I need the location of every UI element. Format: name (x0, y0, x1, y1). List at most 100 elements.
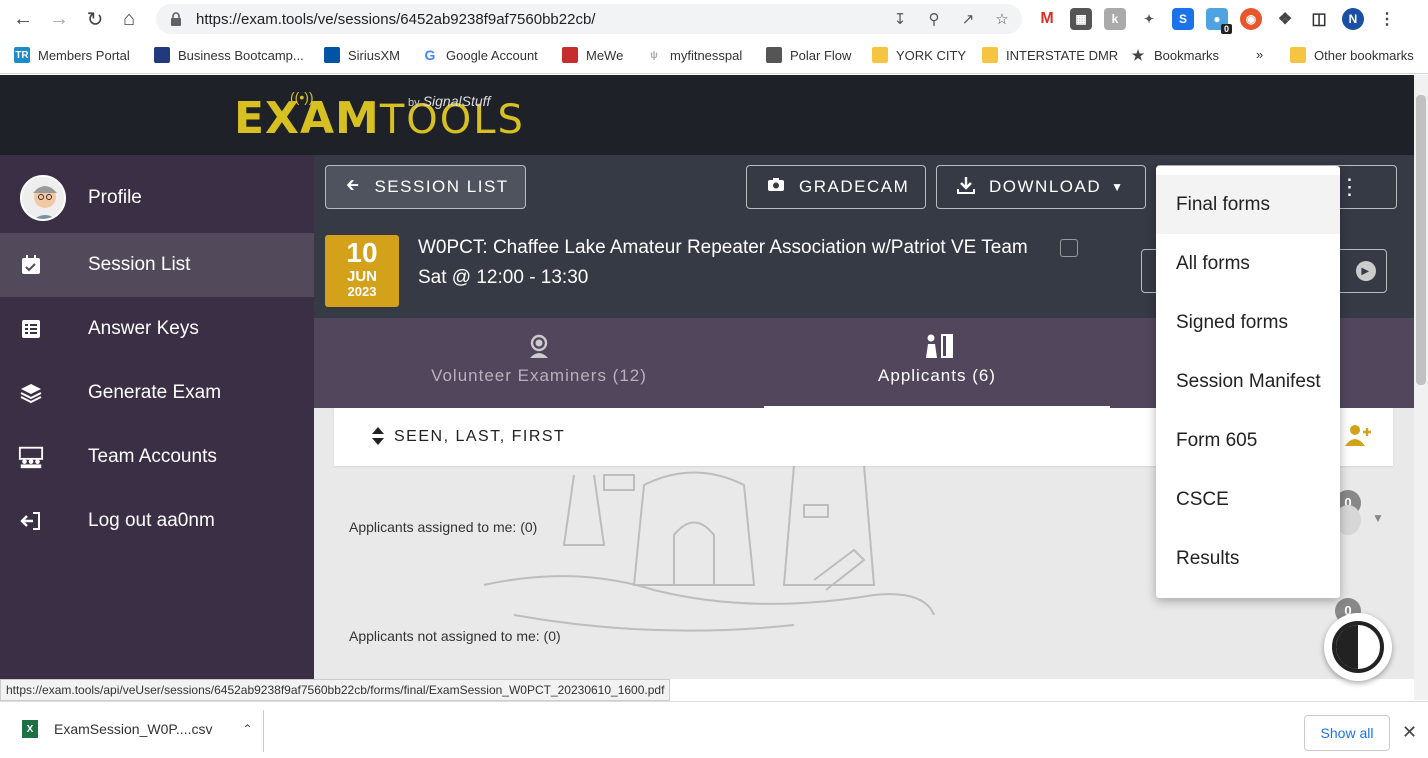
date-day: 10 (346, 237, 378, 268)
browser-toolbar: ← → ↻ ⌂ https://exam.tools/ve/sessions/6… (0, 0, 1428, 38)
sidebar-item-label: Log out aa0nm (88, 510, 215, 531)
sort-icon (372, 426, 384, 448)
examtools-logo[interactable]: ((•)) EXAMTOOLS by SignalStuff (234, 89, 525, 144)
download-icon (957, 176, 975, 199)
bookmark-polar-flow[interactable]: Polar Flow (766, 47, 851, 63)
logout-icon (18, 508, 44, 534)
applicants-icon (923, 332, 953, 360)
chevron-up-icon[interactable]: ⌃ (242, 722, 252, 736)
folder-icon (872, 47, 888, 63)
bootcamp-icon (154, 47, 170, 63)
menu-icon[interactable]: ⋮ (1376, 8, 1398, 30)
divider (263, 710, 264, 752)
extension-icon[interactable]: S (1172, 8, 1194, 30)
sort-label: SEEN, LAST, FIRST (394, 428, 566, 445)
date-month: JUN (346, 268, 377, 285)
bookmark-interstate-dmr[interactable]: INTERSTATE DMR (982, 47, 1118, 63)
bookmarks-overflow-button[interactable]: » (1256, 47, 1263, 62)
excel-file-icon: X (22, 720, 38, 738)
extension-icon[interactable]: ● 0 (1206, 8, 1232, 34)
camera-icon (767, 177, 785, 197)
sidebar-item-team-accounts[interactable]: Team Accounts (0, 425, 314, 489)
menu-item-all-forms[interactable]: All forms (1156, 234, 1340, 293)
download-menu: Final forms All forms Signed forms Sessi… (1156, 166, 1340, 598)
bookmark-label: Other bookmarks (1314, 47, 1414, 63)
bookmark-label: MeWe (586, 47, 624, 63)
not-assigned-label: Applicants not assigned to me: (0) (349, 628, 561, 644)
button-label: GRADECAM (799, 177, 910, 196)
sidepanel-icon[interactable]: ◫ (1308, 8, 1330, 30)
menu-item-results[interactable]: Results (1156, 529, 1340, 588)
bookmark-label: YORK CITY (896, 47, 967, 63)
bookmark-bookmarks[interactable]: ★ Bookmarks (1130, 47, 1219, 63)
contrast-toggle-button[interactable] (1324, 613, 1392, 681)
bookmark-google-account[interactable]: G Google Account (422, 47, 538, 63)
menu-item-session-manifest[interactable]: Session Manifest (1156, 352, 1340, 411)
sidebar-item-logout[interactable]: Log out aa0nm (0, 489, 314, 553)
scrollbar-thumb[interactable] (1416, 95, 1426, 385)
url-text: https://exam.tools/ve/sessions/6452ab923… (196, 10, 596, 28)
button-label: SESSION LIST (374, 177, 509, 196)
zoom-icon[interactable]: ⚲ (924, 9, 944, 29)
google-icon: G (422, 47, 438, 63)
arrow-left-icon: 🡰 (346, 176, 361, 194)
bookmark-myfitnesspal[interactable]: ψ myfitnesspal (646, 47, 742, 63)
sidebar: Profile Session List Answer Keys Generat… (0, 155, 314, 679)
extensions-bar: M ▦ k ✦ S ● 0 ◉ ❖ ◫ N ⋮ (1036, 8, 1398, 34)
session-list-button[interactable]: 🡰 SESSION LIST (325, 165, 526, 209)
bookmark-york-city[interactable]: YORK CITY (872, 47, 966, 63)
assigned-label: Applicants assigned to me: (0) (349, 519, 538, 535)
list-icon (18, 316, 44, 342)
extension-icon[interactable]: ✦ (1138, 8, 1160, 30)
install-icon[interactable]: ↧ (890, 9, 910, 29)
caret-down-icon: ▼ (1111, 180, 1125, 194)
empty-state-illustration (483, 465, 935, 632)
play-icon: ▶ (1356, 261, 1376, 281)
bookmark-label: myfitnesspal (670, 47, 743, 63)
sidebar-item-profile[interactable]: Profile (0, 166, 314, 230)
forward-arrow-icon[interactable]: → (42, 2, 76, 36)
bookmark-business-bootcamp[interactable]: Business Bootcamp... (154, 47, 304, 63)
extension-icon[interactable]: ▦ (1070, 8, 1092, 30)
bookmark-other-bookmarks[interactable]: Other bookmarks (1290, 47, 1414, 63)
session-time: Sat @ 12:00 - 13:30 (418, 267, 589, 288)
sidebar-item-session-list[interactable]: Session List (0, 233, 314, 297)
bookmark-mewe[interactable]: MeWe (562, 47, 623, 63)
caret-down-icon[interactable]: ▼ (1372, 511, 1384, 525)
copy-icon[interactable] (1060, 239, 1078, 257)
menu-item-csce[interactable]: CSCE (1156, 470, 1340, 529)
bookmark-label: Bookmarks (1154, 47, 1220, 63)
address-bar[interactable]: https://exam.tools/ve/sessions/6452ab923… (156, 4, 1022, 34)
session-title: W0PCT: Chaffee Lake Amateur Repeater Ass… (418, 237, 1028, 258)
reload-icon[interactable]: ↻ (78, 2, 112, 36)
download-item[interactable]: X ExamSession_W0P....csv ⌃ (22, 720, 253, 738)
gradecam-button[interactable]: GRADECAM (746, 165, 926, 209)
sidebar-item-answer-keys[interactable]: Answer Keys (0, 297, 314, 361)
extension-icon[interactable]: ◉ (1240, 8, 1262, 30)
menu-item-form-605[interactable]: Form 605 (1156, 411, 1340, 470)
show-all-button[interactable]: Show all (1304, 715, 1390, 751)
bookmark-star-icon[interactable]: ☆ (992, 9, 1012, 29)
folder-icon (1290, 47, 1306, 63)
menu-item-signed-forms[interactable]: Signed forms (1156, 293, 1340, 352)
download-button[interactable]: DOWNLOAD ▼ (936, 165, 1146, 209)
profile-icon[interactable]: N (1342, 8, 1364, 30)
add-user-icon[interactable] (1345, 424, 1373, 452)
share-icon[interactable]: ↗ (958, 9, 978, 29)
bookmark-siriusxm[interactable]: SiriusXM (324, 47, 400, 63)
sidebar-item-generate-exam[interactable]: Generate Exam (0, 361, 314, 425)
tab-applicants[interactable]: Applicants (6) (764, 318, 1110, 408)
tab-volunteer-examiners[interactable]: Volunteer Examiners (12) (314, 318, 764, 408)
page-scrollbar[interactable] (1414, 75, 1428, 700)
menu-item-final-forms[interactable]: Final forms (1156, 175, 1340, 234)
bookmark-label: Polar Flow (790, 47, 852, 63)
home-icon[interactable]: ⌂ (112, 2, 146, 36)
extension-icon[interactable]: k (1104, 8, 1126, 30)
bookmark-members-portal[interactable]: TR Members Portal (14, 47, 130, 63)
close-icon[interactable]: ✕ (1402, 722, 1417, 743)
sidebar-item-label: Answer Keys (88, 318, 199, 339)
gmail-icon[interactable]: M (1036, 8, 1058, 30)
calendar-icon (18, 252, 44, 278)
puzzle-icon[interactable]: ❖ (1274, 8, 1296, 30)
back-arrow-icon[interactable]: ← (6, 2, 40, 36)
